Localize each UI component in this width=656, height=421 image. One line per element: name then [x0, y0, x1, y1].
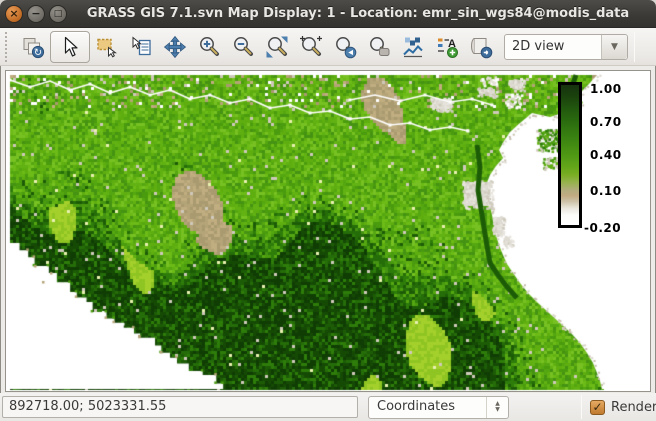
display-map-button[interactable]: ↻ — [16, 31, 50, 63]
map-display-area: 1.00 0.70 0.40 0.10 -0.20 — [5, 70, 651, 392]
legend-label: -0.20 — [584, 221, 621, 235]
toolbar-separator — [634, 32, 635, 62]
minimize-button[interactable]: − — [27, 5, 45, 23]
legend-label: 0.70 — [590, 115, 622, 129]
zoom-extent-icon — [265, 35, 289, 59]
window-title: GRASS GIS 7.1.svn Map Display: 1 - Locat… — [70, 0, 646, 28]
chevron-down-icon[interactable]: ▼ — [601, 35, 627, 59]
select-icon — [95, 35, 119, 59]
save-display-button[interactable] — [464, 31, 498, 63]
analyze-map-button[interactable] — [396, 31, 430, 63]
legend-label: 0.40 — [590, 148, 622, 162]
zoom-in-icon — [197, 35, 221, 59]
view-mode-value: 2D view — [505, 35, 601, 59]
render-checkbox[interactable]: ✓ — [590, 400, 605, 415]
grass-map-display-window: × − □ GRASS GIS 7.1.svn Map Display: 1 -… — [0, 0, 656, 421]
map-legend[interactable]: 1.00 0.70 0.40 0.10 -0.20 — [558, 82, 582, 228]
zoom-in-button[interactable] — [192, 31, 226, 63]
pan-button[interactable] — [158, 31, 192, 63]
pointer-icon — [58, 35, 82, 59]
spinner-arrows-icon[interactable]: ▲▼ — [486, 397, 508, 418]
zoom-options-button[interactable] — [362, 31, 396, 63]
zoom-out-icon — [231, 35, 255, 59]
query-icon — [129, 35, 153, 59]
legend-label: 1.00 — [590, 82, 622, 96]
toolbar-grip[interactable] — [5, 32, 12, 62]
pointer-button[interactable] — [50, 31, 90, 63]
coordinates-display: 892718.00; 5023331.55 — [2, 396, 358, 418]
pan-icon — [163, 35, 187, 59]
save-display-icon — [469, 35, 493, 59]
query-button[interactable] — [124, 31, 158, 63]
close-button[interactable]: × — [5, 5, 23, 23]
legend-label: 0.10 — [590, 184, 622, 198]
map-raster[interactable] — [6, 71, 650, 391]
zoom-extent-button[interactable] — [260, 31, 294, 63]
map-toolbar: ↻ — [0, 28, 656, 66]
zoom-out-button[interactable] — [226, 31, 260, 63]
statusbar-mode-select[interactable]: Coordinates ▲▼ — [368, 396, 509, 419]
display-map-icon: ↻ — [21, 35, 45, 59]
render-label: Render — [611, 400, 656, 415]
view-mode-select[interactable]: 2D view ▼ — [504, 34, 628, 60]
zoom-back-icon — [333, 35, 357, 59]
svg-text:↻: ↻ — [34, 47, 42, 58]
render-group: ✓ Render — [582, 400, 656, 415]
zoom-region-button[interactable] — [294, 31, 328, 63]
zoom-back-button[interactable] — [328, 31, 362, 63]
titlebar: × − □ GRASS GIS 7.1.svn Map Display: 1 -… — [0, 0, 656, 28]
select-button[interactable] — [90, 31, 124, 63]
analyze-map-icon — [401, 35, 425, 59]
maximize-button[interactable]: □ — [49, 5, 67, 23]
statusbar: 892718.00; 5023331.55 Coordinates ▲▼ ✓ R… — [0, 393, 656, 421]
statusbar-mode-value: Coordinates — [369, 397, 486, 418]
zoom-options-icon — [367, 35, 391, 59]
add-map-elements-icon: A — [435, 35, 459, 59]
legend-colorbar — [558, 82, 582, 228]
zoom-region-icon — [299, 35, 323, 59]
add-map-elements-button[interactable]: A — [430, 31, 464, 63]
